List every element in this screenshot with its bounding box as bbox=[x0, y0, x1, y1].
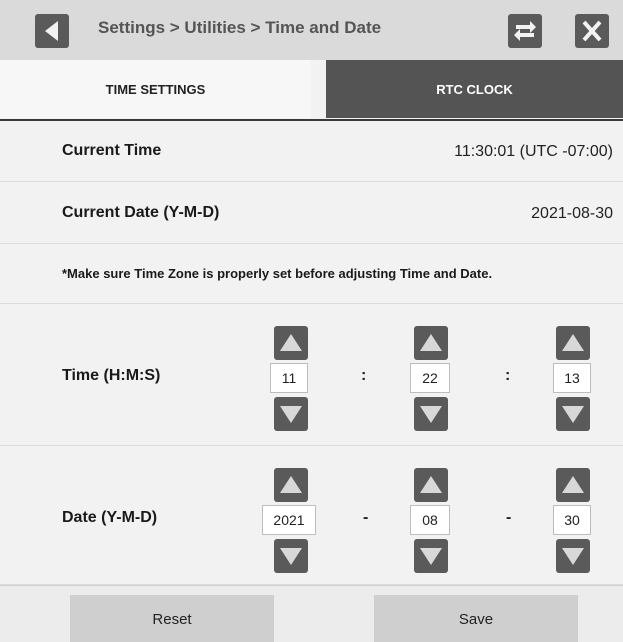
current-time-value: 11:30:01 (UTC -07:00) bbox=[454, 143, 613, 160]
arrow-up-icon bbox=[420, 334, 442, 351]
hours-field[interactable]: 11 bbox=[270, 363, 308, 393]
arrow-up-icon bbox=[280, 476, 302, 493]
date-label: Date (Y-M-D) bbox=[62, 509, 158, 526]
back-button[interactable] bbox=[35, 14, 69, 48]
current-date-label: Current Date (Y-M-D) bbox=[62, 204, 220, 221]
arrow-up-icon bbox=[562, 334, 584, 351]
close-button[interactable] bbox=[575, 14, 609, 48]
tab-rtc-clock[interactable]: RTC CLOCK bbox=[326, 60, 623, 118]
date-set-row: Date (Y-M-D) 2021 - 08 - 30 bbox=[0, 446, 623, 585]
day-up-button[interactable] bbox=[556, 468, 590, 502]
arrow-down-icon bbox=[280, 406, 302, 423]
reset-button[interactable]: Reset bbox=[70, 595, 274, 642]
minutes-up-button[interactable] bbox=[414, 326, 448, 360]
tab-time-settings[interactable]: TIME SETTINGS bbox=[0, 60, 311, 118]
month-up-button[interactable] bbox=[414, 468, 448, 502]
time-label: Time (H:M:S) bbox=[62, 367, 161, 384]
minutes-field[interactable]: 22 bbox=[410, 363, 450, 393]
back-arrow-icon bbox=[45, 21, 58, 41]
seconds-down-button[interactable] bbox=[556, 397, 590, 431]
arrow-up-icon bbox=[280, 334, 302, 351]
minutes-down-button[interactable] bbox=[414, 397, 448, 431]
swap-icon bbox=[514, 21, 536, 41]
arrow-down-icon bbox=[562, 548, 584, 565]
arrow-up-icon bbox=[420, 476, 442, 493]
time-set-row: Time (H:M:S) 11 : 22 : 13 bbox=[0, 304, 623, 446]
header-bar: Settings > Utilities > Time and Date bbox=[0, 0, 623, 60]
time-separator: : bbox=[505, 367, 511, 384]
timezone-note: *Make sure Time Zone is properly set bef… bbox=[62, 266, 493, 281]
day-down-button[interactable] bbox=[556, 539, 590, 573]
arrow-down-icon bbox=[420, 548, 442, 565]
year-up-button[interactable] bbox=[274, 468, 308, 502]
arrow-down-icon bbox=[280, 548, 302, 565]
hours-down-button[interactable] bbox=[274, 397, 308, 431]
note-row: *Make sure Time Zone is properly set bef… bbox=[0, 244, 623, 304]
footer-bar: Reset Save bbox=[0, 585, 623, 642]
page-title: Settings > Utilities > Time and Date bbox=[98, 18, 382, 37]
close-icon bbox=[582, 20, 602, 42]
seconds-field[interactable]: 13 bbox=[553, 363, 591, 393]
save-button[interactable]: Save bbox=[374, 595, 578, 642]
date-separator: - bbox=[363, 509, 369, 526]
date-separator: - bbox=[506, 509, 512, 526]
current-date-value: 2021-08-30 bbox=[531, 205, 613, 222]
current-date-row: Current Date (Y-M-D) 2021-08-30 bbox=[0, 182, 623, 244]
month-down-button[interactable] bbox=[414, 539, 448, 573]
month-field[interactable]: 08 bbox=[410, 505, 450, 535]
current-time-label: Current Time bbox=[62, 142, 162, 159]
current-time-row: Current Time 11:30:01 (UTC -07:00) bbox=[0, 121, 623, 182]
arrow-down-icon bbox=[420, 406, 442, 423]
day-field[interactable]: 30 bbox=[553, 505, 591, 535]
hours-up-button[interactable] bbox=[274, 326, 308, 360]
seconds-up-button[interactable] bbox=[556, 326, 590, 360]
tab-bar: TIME SETTINGS RTC CLOCK bbox=[0, 60, 623, 118]
arrow-down-icon bbox=[562, 406, 584, 423]
year-down-button[interactable] bbox=[274, 539, 308, 573]
arrow-up-icon bbox=[562, 476, 584, 493]
time-separator: : bbox=[361, 367, 367, 384]
year-field[interactable]: 2021 bbox=[262, 505, 316, 535]
swap-button[interactable] bbox=[508, 14, 542, 48]
